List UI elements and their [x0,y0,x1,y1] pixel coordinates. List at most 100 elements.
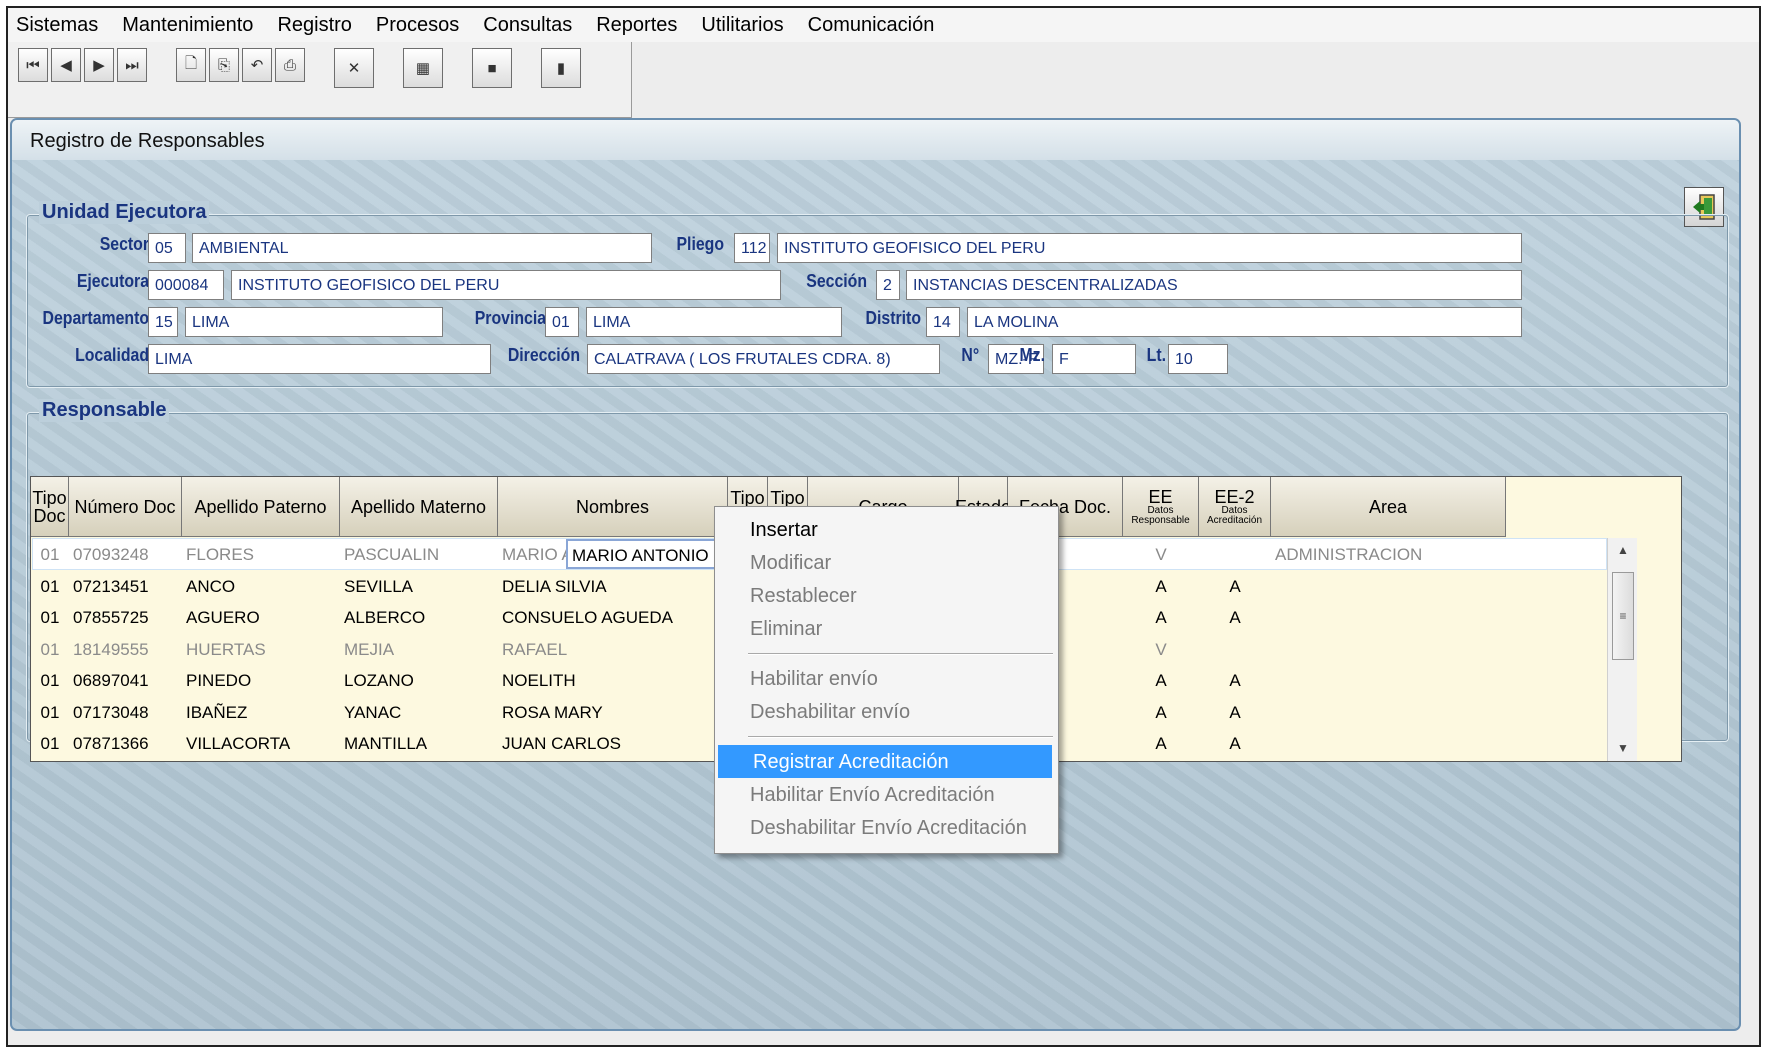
ejecutora-code-field[interactable]: 000084 [148,270,224,300]
context-menu-item-deshabilitar-envio-acreditacion[interactable]: Deshabilitar Envío Acreditación [715,811,1058,844]
menu-item-reportes[interactable]: Reportes [596,14,677,37]
menu-item-sistemas[interactable]: Sistemas [16,14,98,37]
context-menu-item-deshabilitar-envio[interactable]: Deshabilitar envío [715,695,1058,728]
column-header-ee2[interactable]: EE-2 Datos Acreditación [1199,477,1271,537]
mz-label: Mz. [1019,345,1045,365]
delete-button[interactable]: ✕ [334,48,374,88]
menu-item-consultas[interactable]: Consultas [483,14,572,37]
column-header-tipo_doc[interactable]: Tipo Doc [31,477,69,537]
cell-nombres: ROSA MARY [502,702,603,722]
context-menu-item-eliminar[interactable]: Eliminar [715,612,1058,645]
ejecutora-name-field[interactable]: INSTITUTO GEOFISICO DEL PERU [231,270,781,300]
undo-button[interactable]: ↶ [242,48,272,82]
print-icon: ⎙ [283,56,296,74]
previous-record-button[interactable]: ◀ [51,48,81,82]
scrollbar-thumb[interactable]: ≡ [1612,572,1634,660]
cell-ee2: A [1229,576,1241,596]
pliego-name-field[interactable]: INSTITUTO GEOFISICO DEL PERU [777,233,1522,263]
copy-button[interactable]: ⎘ [209,48,239,82]
menu-item-procesos[interactable]: Procesos [376,14,459,37]
column-header-label: Tipo Doc [32,487,67,526]
undo-icon: ↶ [250,57,264,74]
menu-item-registro[interactable]: Registro [277,14,351,37]
cell-ee: A [1155,734,1167,753]
save-icon: ▦ [415,60,431,77]
mz-field[interactable]: F [1052,344,1136,374]
cell-ap_materno: MANTILLA [344,734,428,753]
cell-nombres: CONSUELO AGUEDA [502,608,673,627]
stop-button[interactable]: ■ [472,48,512,88]
seccion-name-field[interactable]: INSTANCIAS DESCENTRALIZADAS [906,270,1522,300]
menu-item-comunicacion[interactable]: Comunicación [808,14,935,37]
sector-name-field[interactable]: AMBIENTAL [192,233,652,263]
column-header-label: EE-2 [1214,486,1255,507]
grid-scrollbar[interactable]: ▲ ≡ ▼ [1607,538,1638,761]
cell-tipo_doc: 01 [40,639,60,659]
column-header-nombres[interactable]: Nombres [498,477,728,537]
cell-ee2: A [1229,671,1241,690]
provincia-code-field[interactable]: 01 [545,307,579,337]
cell-ee2: A [1229,702,1241,722]
cell-nombres: DELIA SILVIA [502,576,607,596]
column-header-ee[interactable]: EE Datos Responsable [1123,477,1199,537]
last-record-button[interactable]: ⏭ [117,48,147,82]
cell-numero: 07093248 [73,545,149,564]
column-header-sublabel: Datos Responsable [1131,504,1190,526]
context-menu-item-habilitar-envio[interactable]: Habilitar envío [715,662,1058,695]
lt-field[interactable]: 10 [1168,344,1228,374]
responsable-legend: Responsable [39,399,170,422]
sector-code-field[interactable]: 05 [148,233,186,263]
unidad-ejecutora-legend: Unidad Ejecutora [39,201,210,224]
menu-item-utilitarios[interactable]: Utilitarios [701,14,783,37]
direccion-field[interactable]: CALATRAVA ( LOS FRUTALES CDRA. 8) [587,344,940,374]
departamento-label: Departamento [42,308,149,328]
cell-ap_paterno: HUERTAS [186,639,266,659]
cell-ap_paterno: IBAÑEZ [186,702,248,722]
column-header-ap_paterno[interactable]: Apellido Paterno [182,477,340,537]
localidad-field[interactable]: LIMA [148,344,491,374]
new-document-button[interactable]: 🗋 [176,48,206,82]
cell-nombres: NOELITH [502,671,576,690]
menu-bar: Sistemas Mantenimiento Registro Procesos Con… [8,8,1759,42]
column-header-area[interactable]: Area [1271,477,1506,537]
context-menu-item-registrar-acreditacion[interactable]: Registrar Acreditación [718,745,1052,778]
cell-nombres: JUAN CARLOS [502,734,622,753]
distrito-code-field[interactable]: 14 [926,307,960,337]
cell-ee2 [1199,539,1271,570]
stop-icon: ■ [487,59,497,77]
save-button[interactable]: ▦ [403,48,443,88]
column-header-ap_materno[interactable]: Apellido Materno [340,477,498,537]
departamento-code-field[interactable]: 15 [148,307,178,337]
cell-ap_paterno: FLORES [186,545,255,564]
first-record-icon: ⏮ [26,56,40,74]
context-menu: Insertar Modificar Restablecer Eliminar Habi… [714,506,1059,854]
column-header-label: Apellido Materno [350,496,487,517]
cell-tipo_doc: 01 [40,702,60,722]
pliego-code-field[interactable]: 112 [734,233,770,263]
menu-item-mantenimiento[interactable]: Mantenimiento [122,14,253,37]
context-menu-item-modificar[interactable]: Modificar [715,546,1058,579]
menu-separator [748,736,1053,738]
cell-ap_materno: YANAC [344,702,402,722]
delete-icon: ✕ [347,60,361,77]
cell-area: ADMINISTRACION [1275,545,1423,564]
distrito-name-field[interactable]: LA MOLINA [967,307,1522,337]
seccion-code-field[interactable]: 2 [876,270,900,300]
provincia-name-field[interactable]: LIMA [586,307,842,337]
scroll-up-arrow-icon[interactable]: ▲ [1608,538,1638,562]
cell-ap_materno: ALBERCO [344,608,426,627]
context-menu-item-habilitar-envio-acreditacion[interactable]: Habilitar Envío Acreditación [715,778,1058,811]
cell-area [1271,634,1506,665]
cell-ap_paterno: VILLACORTA [186,734,291,753]
cell-ap_paterno: AGUERO [186,608,260,627]
next-record-button[interactable]: ▶ [84,48,114,82]
context-menu-item-insertar[interactable]: Insertar [715,513,1058,546]
print-button[interactable]: ⎙ [275,48,305,82]
close-window-button[interactable]: ▮ [541,48,581,88]
departamento-name-field[interactable]: LIMA [185,307,443,337]
scroll-down-arrow-icon[interactable]: ▼ [1608,736,1638,760]
column-header-numero[interactable]: Número Doc [69,477,182,537]
numero-label: N° [961,345,979,365]
context-menu-item-restablecer[interactable]: Restablecer [715,579,1058,612]
first-record-button[interactable]: ⏮ [18,48,48,82]
